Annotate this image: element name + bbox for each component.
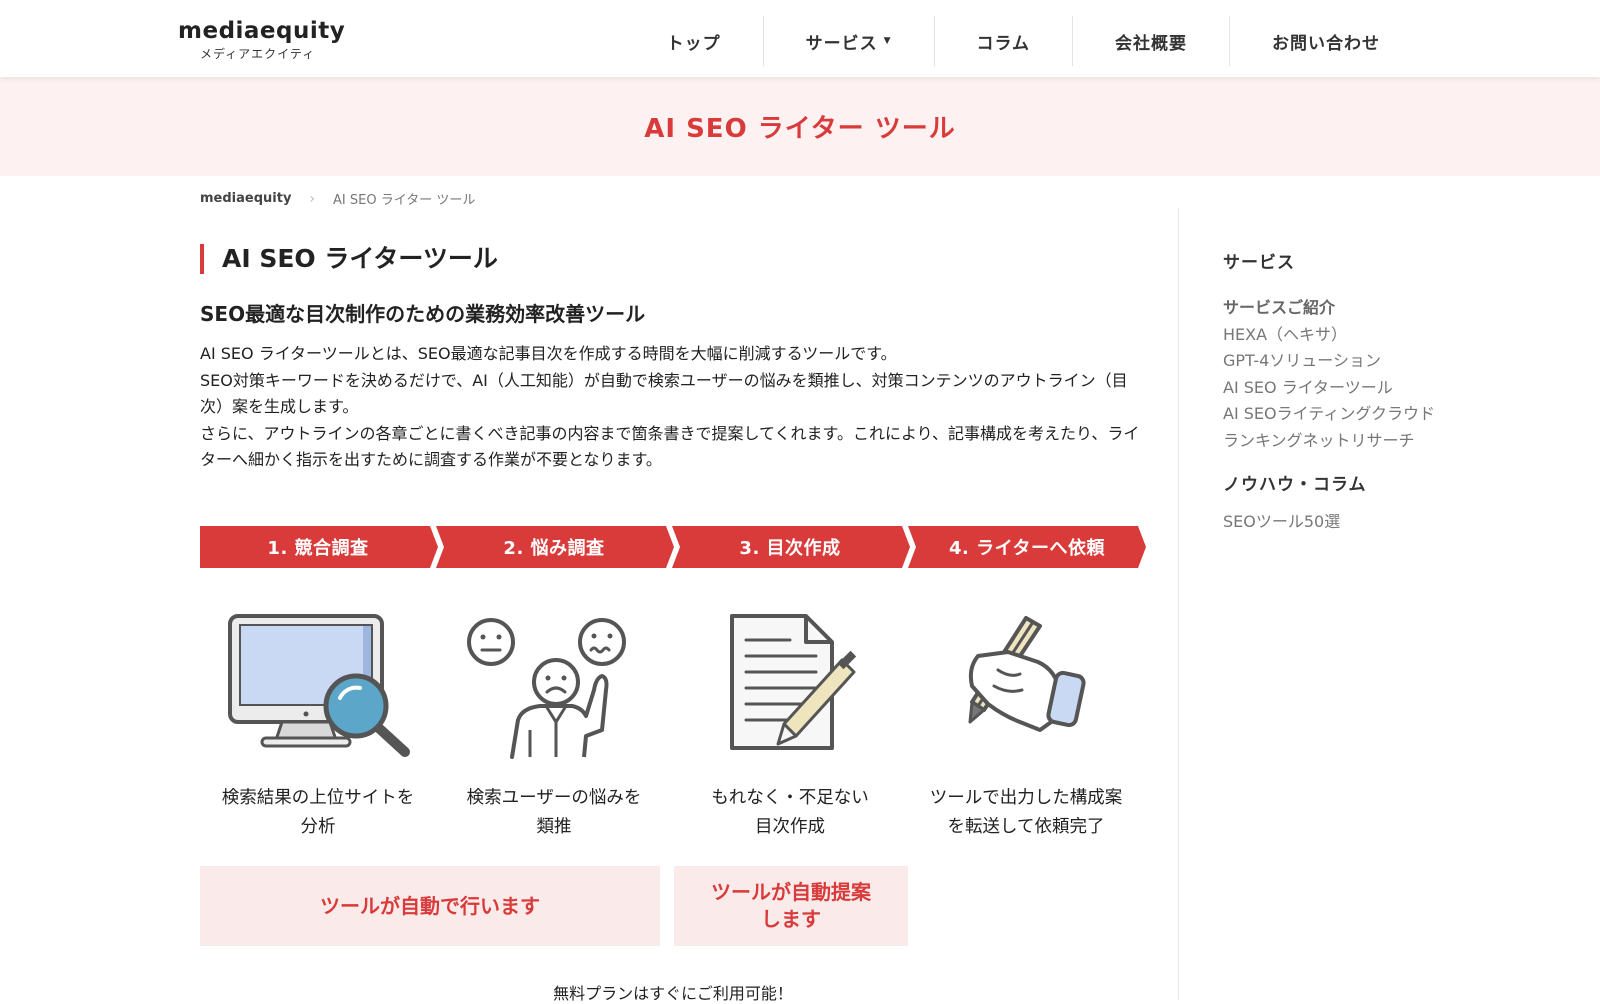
nav-item-top[interactable]: トップ (625, 16, 763, 66)
nav-item-contact[interactable]: お問い合わせ (1229, 16, 1422, 66)
page-subheading: SEO最適な目次制作のための業務効率改善ツール (200, 302, 646, 326)
worried-user-icon (456, 612, 656, 762)
sidebar-item-ai-seo-cloud[interactable]: AI SEOライティングクラウド (1223, 401, 1443, 428)
writing-hand-icon (928, 612, 1128, 762)
description: AI SEO ライターツールとは、SEO最適な記事目次を作成する時間を大幅に削減… (200, 341, 1146, 474)
step-caption: 検索結果の上位サイトを 分析 (200, 784, 436, 842)
nav-label: コラム (976, 33, 1030, 54)
free-plan-text: 無料プランはすぐにご利用可能！ (553, 984, 793, 1003)
sidebar-item-hexa[interactable]: HEXA（ヘキサ） (1223, 322, 1443, 349)
site-logo[interactable]: mediaequity メディアエクイティ (178, 18, 345, 62)
auto-note-box: ツールが自動で行います (200, 866, 660, 946)
description-paragraph: AI SEO ライターツールとは、SEO最適な記事目次を作成する時間を大幅に削減… (200, 344, 897, 363)
sidebar-title-services: サービス (1223, 253, 1295, 273)
page-hero: AI SEO ライター ツール (0, 77, 1600, 176)
sidebar-divider (1178, 208, 1179, 1000)
sidebar-item-gpt4[interactable]: GPT-4ソリューション (1223, 348, 1443, 375)
caption-line: 分析 (300, 817, 336, 837)
page-title: AI SEO ライターツール (200, 244, 1146, 274)
step-caption: 検索ユーザーの悩みを 類推 (436, 784, 672, 842)
monitor-search-icon (220, 612, 420, 762)
main-content: AI SEO ライターツール SEO最適な目次制作のための業務効率改善ツール A… (200, 244, 1146, 474)
chevron-right-icon: › (309, 190, 316, 207)
step-caption: ツールで出力した構成案 を転送して依頼完了 (908, 784, 1144, 842)
sidebar-item-seo-tools-50[interactable]: SEOツール50選 (1223, 509, 1443, 536)
suggest-note-line: ツールが自動提案 (711, 880, 871, 904)
suggest-note-box: ツールが自動提案 します (674, 866, 908, 946)
chevron-down-icon: ▼ (883, 36, 892, 46)
breadcrumb: mediaequity › AI SEO ライター ツール (200, 189, 476, 209)
caption-line: 類推 (536, 817, 572, 837)
step-icons (200, 612, 1146, 762)
caption-line: 検索ユーザーの悩みを (466, 788, 642, 808)
breadcrumb-current: AI SEO ライター ツール (333, 193, 476, 208)
main-nav: トップ サービス ▼ コラム 会社概要 お問い合わせ (625, 16, 1422, 66)
step-label: 2. 悩み調査 (503, 538, 605, 559)
sidebar: サービス サービスご紹介 HEXA（ヘキサ） GPT-4ソリューション AI S… (1223, 248, 1443, 536)
nav-item-services[interactable]: サービス ▼ (762, 16, 934, 66)
step-label: 1. 競合調査 (267, 538, 369, 559)
nav-label: トップ (666, 33, 721, 54)
nav-label: 会社概要 (1115, 33, 1187, 54)
step-label: 3. 目次作成 (739, 538, 841, 559)
hero-title: AI SEO ライター ツール (644, 114, 956, 144)
breadcrumb-home-link[interactable]: mediaequity (200, 191, 291, 206)
nav-label: お問い合わせ (1272, 33, 1380, 54)
caption-line: 目次作成 (755, 817, 825, 837)
description-paragraph: さらに、アウトラインの各章ごとに書くべき記事の内容まで箇条書きで提案してくれます… (200, 423, 1140, 470)
caption-line: 検索結果の上位サイトを (221, 788, 415, 808)
document-pen-icon (692, 612, 892, 762)
description-paragraph: SEO対策キーワードを決めるだけで、AI（人工知能）が自動で検索ユーザーの悩みを… (200, 370, 1128, 417)
step-label: 4. ライターへ依頼 (949, 538, 1105, 559)
sidebar-title-knowhow: ノウハウ・コラム (1223, 475, 1367, 495)
site-header: mediaequity メディアエクイティ トップ サービス ▼ コラム 会社概要… (0, 0, 1600, 77)
nav-item-column[interactable]: コラム (933, 16, 1073, 66)
caption-line: を転送して依頼完了 (947, 817, 1105, 837)
auto-note-text: ツールが自動で行います (320, 893, 540, 918)
nav-item-company[interactable]: 会社概要 (1072, 16, 1229, 66)
nav-label: サービス (805, 33, 878, 54)
caption-line: もれなく・不足ない (711, 788, 869, 808)
process-steps: 1. 競合調査 2. 悩み調査 3. 目次作成 4. ライターへ依頼 (200, 526, 1146, 568)
logo-subtitle: メディアエクイティ (200, 47, 316, 61)
sidebar-item-ranking-research[interactable]: ランキングネットリサーチ (1223, 428, 1443, 455)
sidebar-column-list: SEOツール50選 (1223, 509, 1443, 536)
suggest-note-line: します (761, 907, 821, 931)
sidebar-item-service-intro[interactable]: サービスご紹介 (1223, 295, 1443, 322)
sidebar-service-list: サービスご紹介 HEXA（ヘキサ） GPT-4ソリューション AI SEO ライ… (1223, 295, 1443, 454)
logo-name: mediaequity (178, 18, 346, 44)
caption-line: ツールで出力した構成案 (929, 788, 1123, 808)
sidebar-item-ai-seo-writer[interactable]: AI SEO ライターツール (1223, 375, 1443, 402)
step-caption: もれなく・不足ない 目次作成 (672, 784, 908, 842)
